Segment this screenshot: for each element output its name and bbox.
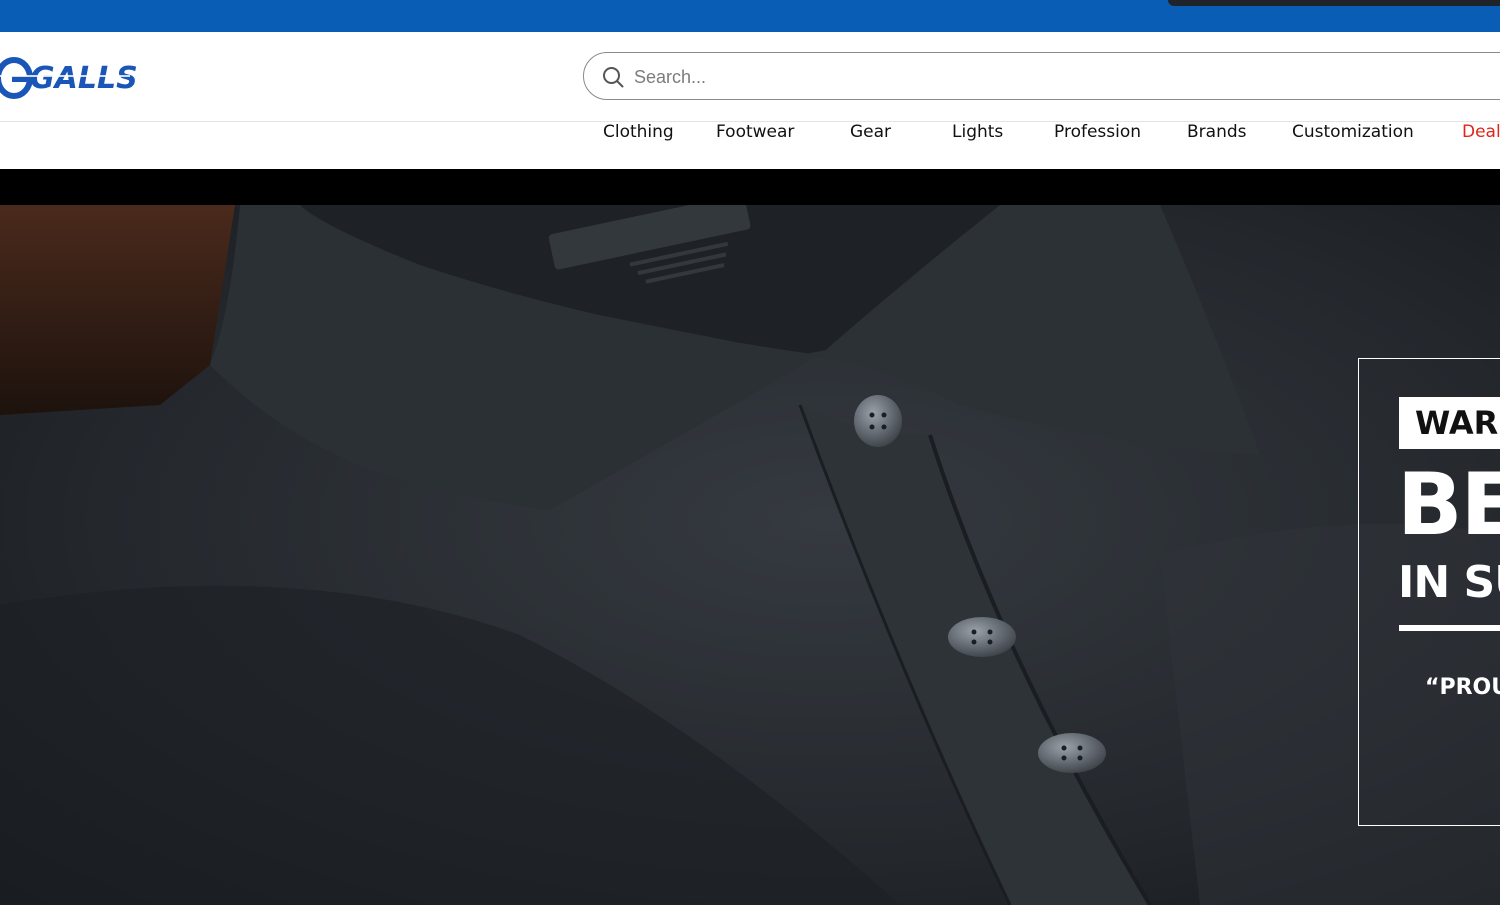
hero-top-strip [0,169,1500,206]
promo-card[interactable]: WARM BE IN SU “PROUD [1358,358,1500,826]
promo-subhead: IN SU [1398,557,1500,608]
promo-headline: BE [1397,455,1500,555]
site-header: GALLS [0,32,1500,122]
nav-item-lights[interactable]: Lights [952,122,1003,169]
nav-item-profession[interactable]: Profession [1054,122,1141,169]
promo-divider [1399,625,1500,631]
galls-logo-mark: GALLS [0,57,138,99]
nav-item-gear[interactable]: Gear [850,122,891,169]
polo-button-top [854,395,902,447]
nav-item-brands[interactable]: Brands [1187,122,1247,169]
logo-text: GALLS [30,61,138,96]
top-announcement-bar [0,0,1500,32]
nav-item-deals[interactable]: Deals [1462,122,1500,169]
polo-button-middle [948,617,1016,657]
polo-button-bottom [1038,733,1106,773]
search-input[interactable] [632,59,1496,95]
galls-logo[interactable]: GALLS [0,52,144,102]
promo-tag: WARM [1399,397,1500,449]
promo-quote: “PROUD [1425,675,1500,700]
search-icon [603,67,624,88]
utility-bar-tab [1168,0,1500,6]
hero-banner[interactable]: WARM BE IN SU “PROUD [0,205,1500,905]
nav-item-clothing[interactable]: Clothing [603,122,674,169]
nav-item-customization[interactable]: Customization [1292,122,1414,169]
main-navigation: Clothing Footwear Gear Lights Profession… [0,122,1500,169]
search-bar[interactable] [583,52,1500,100]
nav-item-footwear[interactable]: Footwear [716,122,794,169]
hero-polo-image [0,205,1500,905]
